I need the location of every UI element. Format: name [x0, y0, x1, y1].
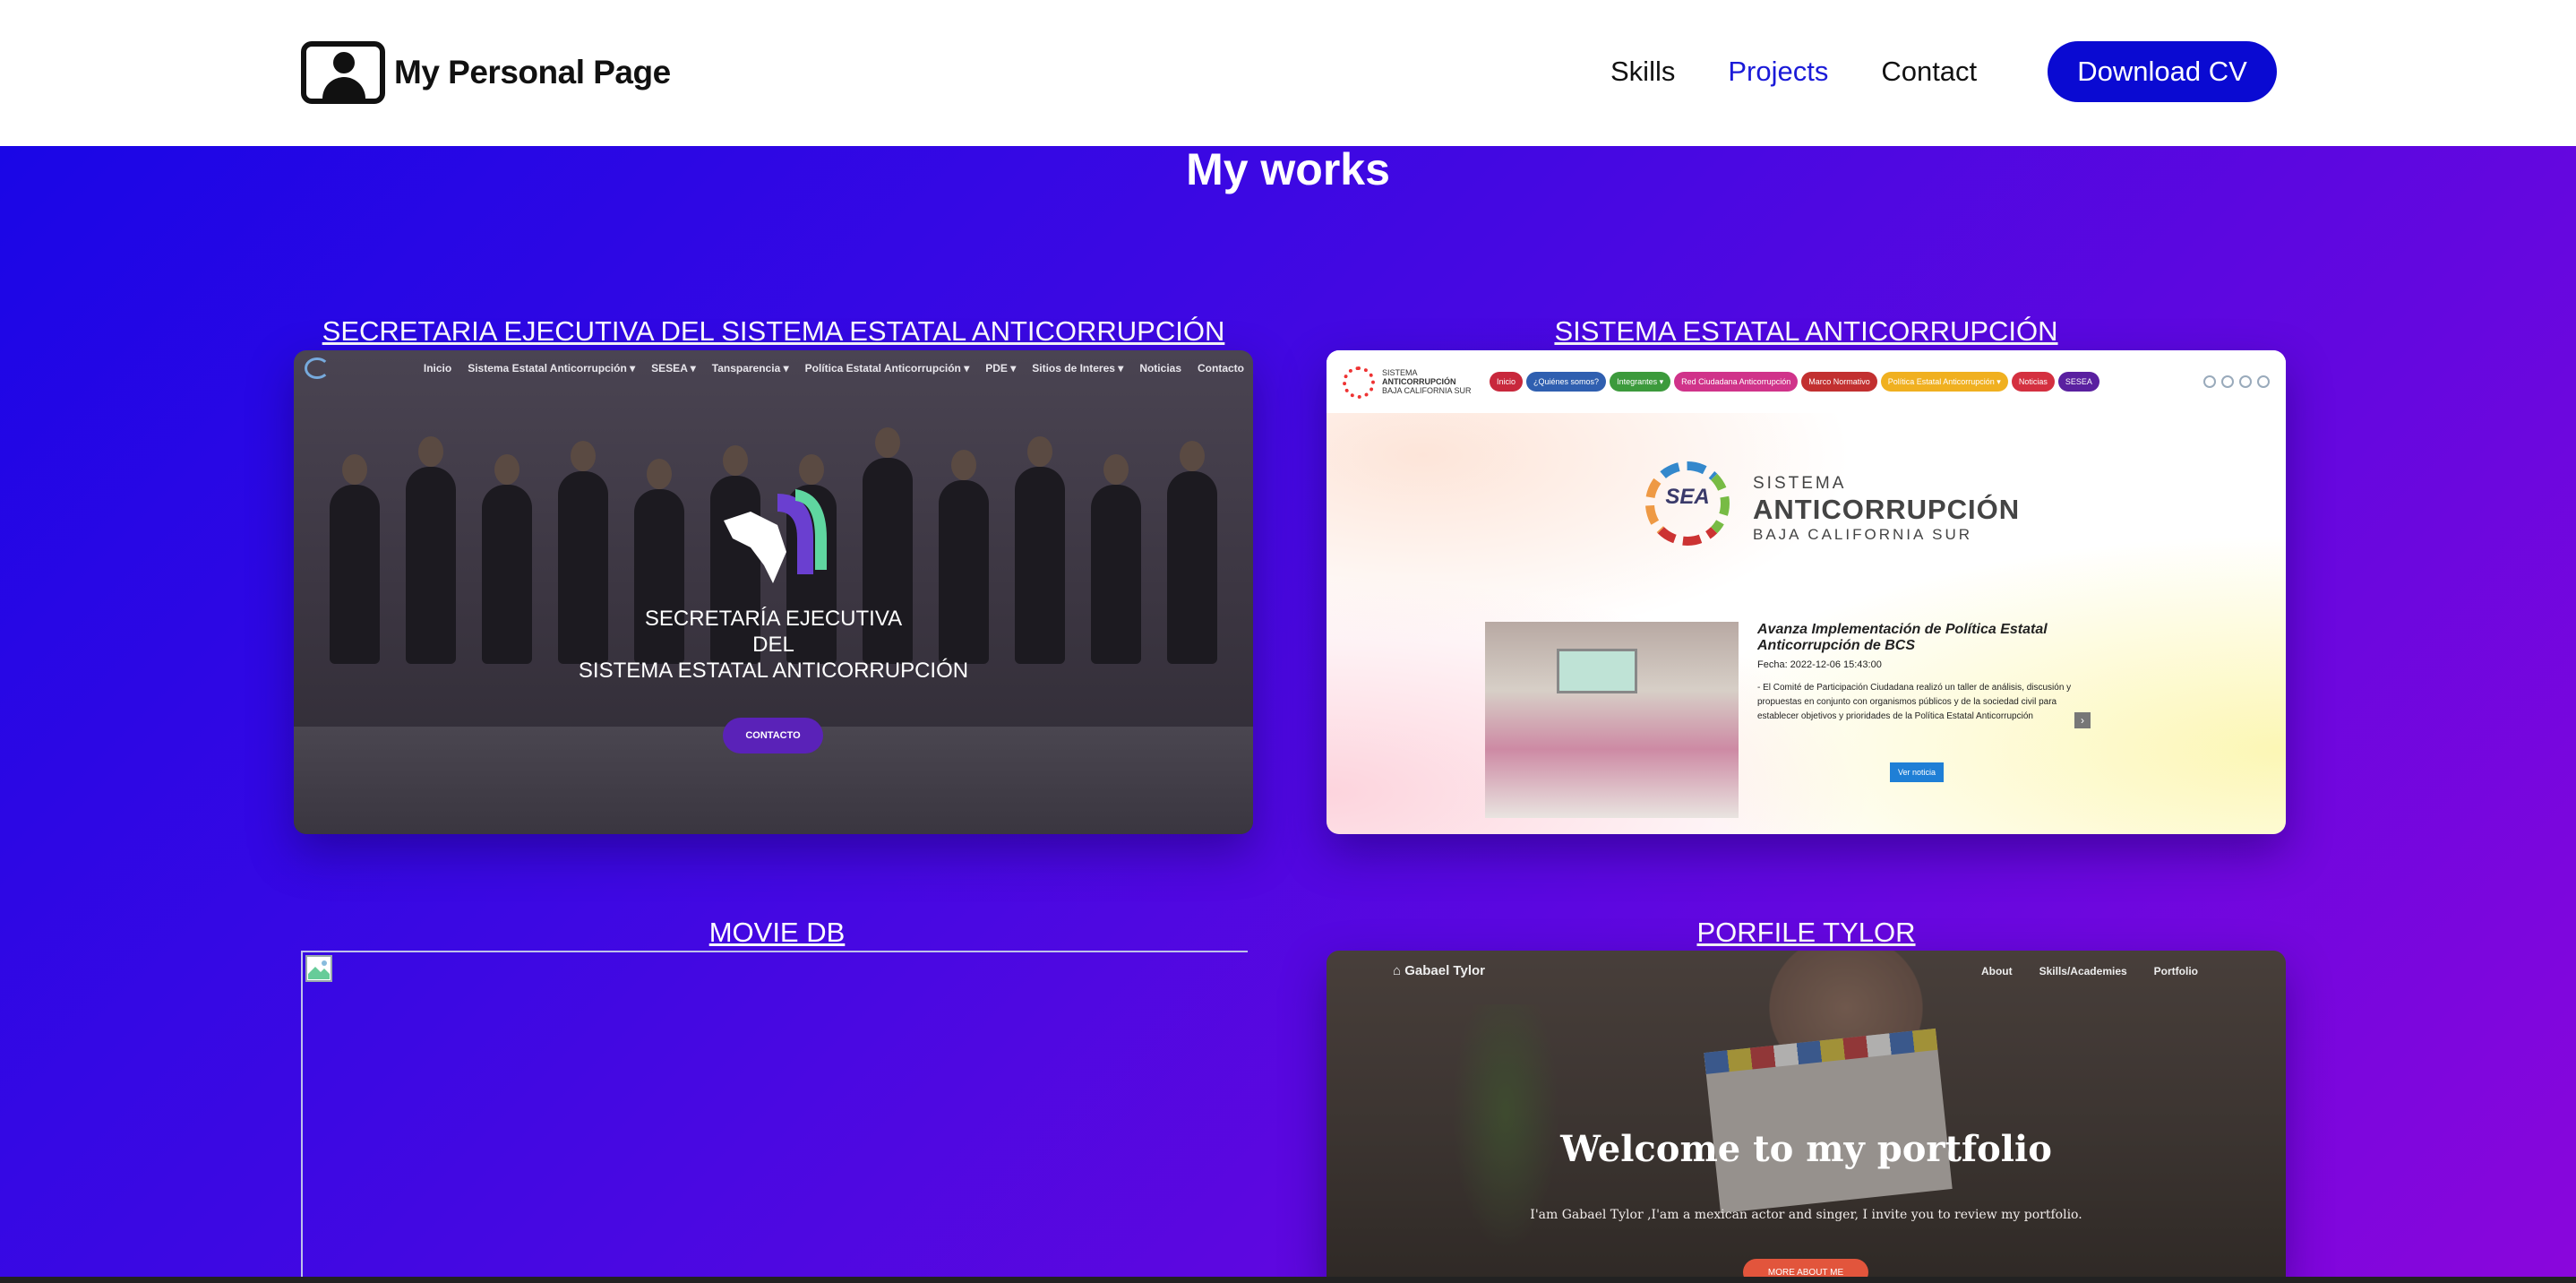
preview-pill: Política Estatal Anticorrupción ▾	[1880, 372, 2008, 392]
preview-nav-item: Skills/Academies	[2039, 965, 2127, 977]
preview-news: Avanza Implementación de Política Estata…	[1757, 622, 2098, 724]
hero-line: SISTEMA ESTATAL ANTICORRUPCIÓN	[578, 659, 969, 683]
project-preview-movie-db[interactable]	[301, 951, 1248, 1282]
preview-pill: SESEA	[2057, 372, 2099, 392]
preview-nav-item: About	[1980, 965, 2013, 977]
news-date: Fecha: 2022-12-06 15:43:00	[1757, 659, 1882, 670]
nav-contact[interactable]: Contact	[1881, 56, 1977, 88]
preview-nav-item: SESEA ▾	[651, 362, 696, 375]
preview-brand: ⌂ Gabael Tylor	[1393, 963, 1485, 978]
project-preview-sesea[interactable]: Inicio Sistema Estatal Anticorrupción ▾ …	[294, 350, 1253, 834]
preview-welcome-heading: Welcome to my portfolio	[1560, 1128, 2052, 1170]
preview-more-button: MORE ABOUT ME	[1743, 1259, 1868, 1279]
preview-nav-item: Tansparencia ▾	[711, 362, 789, 375]
window-bottom-edge	[0, 1277, 2576, 1283]
download-cv-button[interactable]: Download CV	[2048, 41, 2277, 102]
preview-pill: Noticias	[2011, 372, 2055, 392]
project-title-sea-bcs[interactable]: SISTEMA ESTATAL ANTICORRUPCIÓN	[1327, 315, 2286, 348]
preview-big-brand: SISTEMA ANTICORRUPCIÓN BAJA CALIFORNIA S…	[1753, 474, 2021, 543]
section-title: My works	[1186, 144, 1390, 194]
preview-nav-links: About Skills/Academies Portfolio	[1954, 965, 2198, 977]
preview-small-brand: SISTEMA ANTICORRUPCIÓN BAJA CALIFORNIA S…	[1382, 368, 1472, 395]
preview-nav-pills: Inicio ¿Quiénes somos? Integrantes ▾ Red…	[1490, 372, 2103, 392]
preview-social-icons	[2198, 375, 2270, 388]
social-icon	[2257, 375, 2270, 388]
social-icon	[2203, 375, 2216, 388]
main-nav: Skills Projects Contact	[1610, 51, 2030, 92]
preview-navbar: SISTEMA ANTICORRUPCIÓN BAJA CALIFORNIA S…	[1327, 350, 2286, 413]
preview-navbar: Inicio Sistema Estatal Anticorrupción ▾ …	[294, 350, 1253, 386]
sea-small-logo-icon	[1343, 366, 1375, 399]
broken-image-icon	[305, 955, 332, 982]
preview-ver-noticia-button: Ver noticia	[1890, 762, 1944, 782]
preview-nav-item: Inicio	[423, 362, 452, 375]
preview-nav-item: Noticias	[1139, 362, 1181, 375]
preview-news-photo	[1485, 622, 1739, 818]
preview-pill: Marco Normativo	[1801, 372, 1877, 392]
preview-nav-item: Portfolio	[2153, 965, 2198, 977]
news-body: - El Comité de Participación Ciudadana r…	[1757, 683, 2072, 721]
preview-contact-button: CONTACTO	[723, 718, 823, 753]
preview-nav-item: Sistema Estatal Anticorrupción ▾	[468, 362, 636, 375]
preview-nav-item: Sitios de Interes ▾	[1032, 362, 1124, 375]
project-title-sesea[interactable]: SECRETARIA EJECUTIVA DEL SISTEMA ESTATAL…	[294, 315, 1253, 348]
nav-projects[interactable]: Projects	[1728, 56, 1828, 88]
sesea-emblem-icon	[724, 489, 827, 583]
preview-pill: Inicio	[1490, 372, 1524, 392]
news-title: Avanza Implementación de Política Estata…	[1757, 622, 2048, 653]
preview-pill: ¿Quiénes somos?	[1526, 372, 1607, 392]
preview-pill: Integrantes ▾	[1610, 372, 1671, 392]
preview-hero-text: SECRETARÍA EJECUTIVA DEL SISTEMA ESTATAL…	[294, 606, 1253, 684]
chevron-right-icon: ›	[2074, 712, 2091, 728]
project-title-movie-db[interactable]: MOVIE DB	[301, 917, 1253, 949]
preview-nav-item: PDE ▾	[985, 362, 1017, 375]
project-preview-porfile-tylor[interactable]: ⌂ Gabael Tylor About Skills/Academies Po…	[1327, 951, 2286, 1279]
brand-title: My Personal Page	[394, 54, 671, 90]
social-icon	[2221, 375, 2234, 388]
preview-pill: Red Ciudadana Anticorrupción	[1674, 372, 1799, 392]
site-header: My Personal Page Skills Projects Contact…	[0, 0, 2576, 146]
hero-line: DEL	[752, 633, 794, 657]
hero-line: SECRETARÍA EJECUTIVA	[644, 607, 903, 631]
brand[interactable]: My Personal Page	[301, 41, 671, 104]
social-icon	[2239, 375, 2252, 388]
project-preview-sea-bcs[interactable]: SISTEMA ANTICORRUPCIÓN BAJA CALIFORNIA S…	[1327, 350, 2286, 834]
preview-nav-item: Contacto	[1198, 362, 1244, 375]
preview-nav-item: Política Estatal Anticorrupción ▾	[804, 362, 970, 375]
project-title-porfile-tylor[interactable]: PORFILE TYLOR	[1327, 917, 2286, 949]
nav-skills[interactable]: Skills	[1610, 56, 1675, 88]
preview-welcome-subtitle: I'am Gabael Tylor ,I'am a mexican actor …	[1530, 1208, 2082, 1222]
sea-logo-mark: SEA	[1665, 485, 1710, 509]
person-frame-icon	[301, 41, 385, 104]
preview-navbar: ⌂ Gabael Tylor About Skills/Academies Po…	[1327, 951, 2286, 992]
